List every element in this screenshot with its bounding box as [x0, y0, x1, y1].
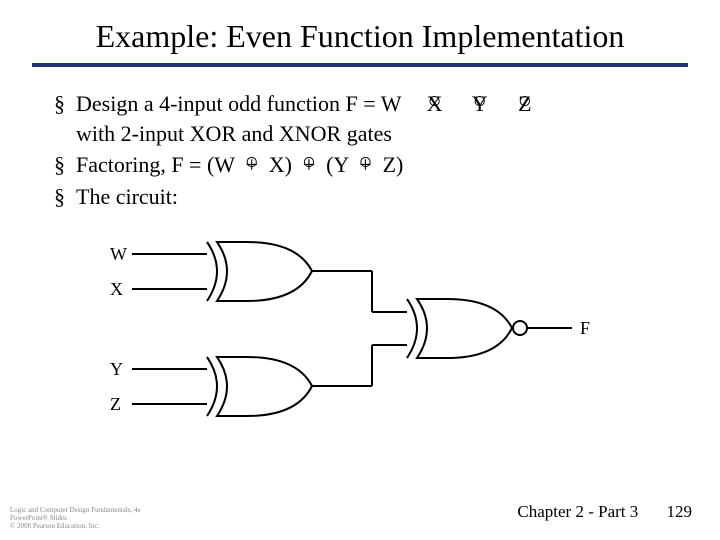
bullet-1-text-a: Design a 4-input odd function F = W	[76, 91, 401, 116]
bullet-3: The circuit:	[54, 182, 688, 212]
bullet-2-text-a: Factoring, F = (W	[76, 152, 240, 177]
bullet-2-x: X)	[269, 152, 298, 177]
bullet-2-m: (Y	[326, 152, 354, 177]
xor-symbol: + ○	[240, 150, 263, 180]
bullet-1: Design a 4-input odd function F = W X ○ …	[54, 89, 688, 148]
xor-symbol: X ○	[423, 89, 446, 119]
bullet-2: Factoring, F = (W + ○ X) + ○ (Y + ○ Z)	[54, 150, 688, 180]
label-f: F	[580, 318, 590, 338]
copyright-3: © 2008 Pearson Education, Inc.	[10, 522, 141, 530]
footer-right: Chapter 2 - Part 3 129	[517, 502, 692, 522]
copyright-1: Logic and Computer Design Fundamentals, …	[10, 506, 141, 514]
xor-symbol: + ○	[297, 150, 320, 180]
chapter-label: Chapter 2 - Part 3	[517, 502, 638, 521]
xor-symbol: Z ○	[513, 89, 536, 119]
bullet-1-text-b: with 2-input XOR and XNOR gates	[76, 121, 392, 146]
bullet-list: Design a 4-input odd function F = W X ○ …	[32, 89, 688, 212]
title-underline	[32, 63, 688, 67]
xnor-gate	[407, 299, 527, 358]
xor-gate-2	[207, 357, 312, 416]
circuit-diagram: W X Y Z	[92, 234, 688, 439]
bullet-2-z: Z)	[383, 152, 404, 177]
slide-title: Example: Even Function Implementation	[32, 18, 688, 55]
xor-symbol: + ○	[354, 150, 377, 180]
page-number: 129	[667, 502, 693, 521]
xor-gate-1	[207, 242, 312, 301]
label-x: X	[110, 279, 123, 299]
copyright-2: PowerPoint® Slides	[10, 514, 141, 522]
xor-symbol: Y ○	[468, 89, 491, 119]
label-y: Y	[110, 359, 123, 379]
footer-left: Logic and Computer Design Fundamentals, …	[10, 506, 141, 530]
label-z: Z	[110, 394, 121, 414]
label-w: W	[110, 244, 127, 264]
